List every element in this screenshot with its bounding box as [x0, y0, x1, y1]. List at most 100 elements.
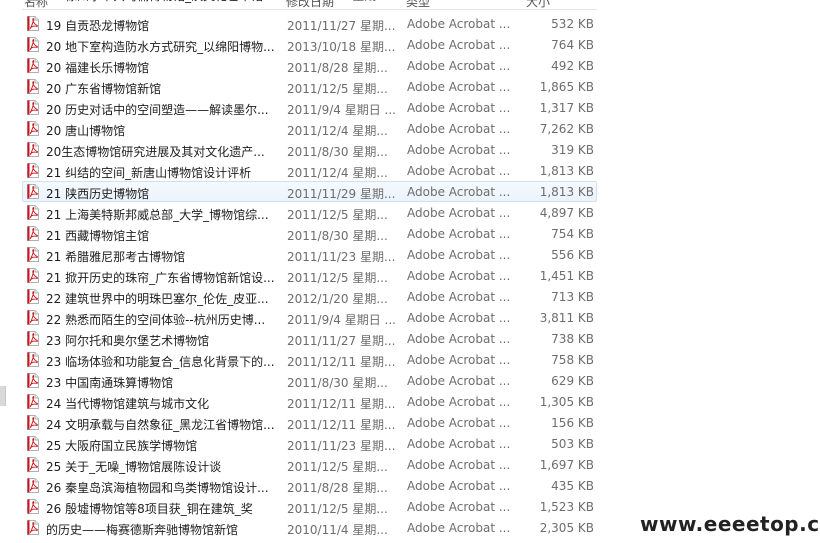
file-row[interactable]: 20 历史对话中的空间塑造——解读墨尔... 2011/9/4 星期日 ... Ad… — [22, 97, 597, 118]
file-size: 1,523 KB — [539, 500, 594, 514]
file-name: 20 唐山博物馆 — [46, 124, 126, 138]
file-row[interactable]: 20生态博物馆研究进展及其对文化遗产... 2011/8/30 星期... Adob… — [22, 139, 597, 160]
file-row[interactable]: 26 殷墟博物馆等8项目获_铜在建筑_奖 2011/12/5 星期... Adobe… — [22, 496, 597, 517]
file-size: 1,865 KB — [539, 80, 594, 94]
file-name: 26 秦皇岛滨海植物园和鸟类博物馆设计... — [46, 481, 269, 495]
pdf-file-icon — [27, 436, 39, 451]
file-modified-date: 2012/1/20 星期... — [287, 292, 388, 306]
file-size: 1,813 KB — [539, 185, 594, 199]
file-row[interactable]: 19 徐州水下兵马俑博物馆_汉文化艺术馆2011/8/29 星期... Adobe… — [22, 0, 597, 4]
file-name: 21 上海美特斯邦威总部_大学_博物馆综... — [46, 208, 269, 222]
file-modified-date: 2011/9/4 星期日 ... — [287, 103, 396, 117]
file-size: 1,317 KB — [539, 101, 594, 115]
file-modified-date: 2011/8/28 星期... — [287, 481, 388, 495]
pdf-file-icon — [27, 37, 39, 52]
pdf-file-icon — [27, 478, 39, 493]
file-type: Adobe Acrobat ... — [407, 227, 511, 241]
file-row[interactable]: 26 秦皇岛滨海植物园和鸟类博物馆设计... 2011/8/28 星期... Ado… — [22, 475, 597, 496]
file-row[interactable]: 21 上海美特斯邦威总部_大学_博物馆综... 2011/12/5 星期... Ad… — [22, 202, 597, 223]
file-name: 19 徐州水下兵马俑博物馆_汉文化艺术馆 — [46, 0, 291, 4]
file-name: 21 陕西历史博物馆 — [46, 187, 150, 201]
file-type: Adobe Acrobat ... — [407, 38, 511, 52]
file-type: Adobe Acrobat ... — [407, 59, 511, 73]
file-row[interactable]: 25 大阪府国立民族学博物馆 2011/11/23 星期... Adobe Acro… — [22, 433, 597, 454]
file-size: 1,813 KB — [539, 164, 594, 178]
pdf-file-icon — [27, 16, 39, 31]
file-modified-date: 2011/12/4 星期... — [287, 124, 388, 138]
pdf-file-icon — [27, 499, 39, 514]
pdf-file-icon — [27, 226, 39, 241]
file-type: Adobe Acrobat ... — [407, 500, 511, 514]
file-modified-date: 2011/8/28 星期... — [287, 61, 388, 75]
file-size: 556 KB — [551, 248, 594, 262]
pdf-file-icon — [27, 310, 39, 325]
file-name: 21 掀开历史的珠帘_广东省博物馆新馆设... — [46, 271, 275, 285]
file-name: 24 当代博物馆建筑与城市文化 — [46, 397, 210, 411]
file-size: 754 KB — [551, 227, 594, 241]
file-name: 21 纠结的空间_新唐山博物馆设计评析 — [46, 166, 252, 180]
file-modified-date: 2011/12/11 星期... — [287, 418, 396, 432]
file-row[interactable]: 21 陕西历史博物馆 2011/11/29 星期... Adobe Acrobat … — [22, 181, 597, 202]
file-type: Adobe Acrobat ... — [407, 290, 511, 304]
file-size: 629 KB — [551, 374, 594, 388]
file-modified-date: 2013/10/18 星期... — [287, 40, 396, 54]
site-watermark: www.eeeetop.com — [640, 512, 820, 536]
file-size: 532 KB — [551, 17, 594, 31]
file-row[interactable]: 20 福建长乐博物馆 2011/8/28 星期... Adobe Acrobat .… — [22, 55, 597, 76]
file-size: 4,897 KB — [539, 206, 594, 220]
file-row[interactable]: 22 建筑世界中的明珠巴塞尔_伦佐_皮亚... 2012/1/20 星期... Ad… — [22, 286, 597, 307]
file-list: 19 徐州水下兵马俑博物馆_汉文化艺术馆2011/8/29 星期... Adobe… — [22, 0, 597, 538]
file-row[interactable]: 的历史——梅赛德斯奔驰博物馆新馆 2010/11/4 星期... Adobe Acr… — [22, 517, 597, 538]
file-type: Adobe Acrobat ... — [407, 143, 511, 157]
file-size: 156 KB — [551, 416, 594, 430]
file-row[interactable]: 21 掀开历史的珠帘_广东省博物馆新馆设... 2011/12/5 星期... Ad… — [22, 265, 597, 286]
file-type: Adobe Acrobat ... — [407, 269, 511, 283]
file-size: 1,305 KB — [539, 395, 594, 409]
file-row[interactable]: 23 中国南通珠算博物馆 2011/8/30 星期... Adobe Acrobat… — [22, 370, 597, 391]
file-name: 26 殷墟博物馆等8项目获_铜在建筑_奖 — [46, 502, 253, 516]
navigation-pane-edge — [0, 0, 22, 543]
file-modified-date: 2010/11/4 星期... — [287, 523, 388, 537]
file-row[interactable]: 22 熟悉而陌生的空间体验--杭州历史博... 2011/9/4 星期日 ... A… — [22, 307, 597, 328]
pdf-file-icon — [27, 415, 39, 430]
file-modified-date: 2011/9/4 星期日 ... — [287, 313, 396, 327]
file-row[interactable]: 21 西藏博物馆主馆 2011/8/30 星期... Adobe Acrobat .… — [22, 223, 597, 244]
file-row[interactable]: 20 地下室构造防水方式研究_以绵阳博物... 2013/10/18 星期... A… — [22, 34, 597, 55]
file-type: Adobe Acrobat ... — [407, 0, 517, 1]
file-type: Adobe Acrobat ... — [407, 374, 511, 388]
file-size: 3,811 KB — [539, 311, 594, 325]
file-row[interactable]: 20 广东省博物馆新馆 2011/12/5 星期... Adobe Acrobat … — [22, 76, 597, 97]
file-row[interactable]: 23 阿尔托和奥尔堡艺术博物馆 2011/11/27 星期... Adobe Acr… — [22, 328, 597, 349]
file-row[interactable]: 20 唐山博物馆 2011/12/4 星期... Adobe Acrobat ...… — [22, 118, 597, 139]
pdf-file-icon — [27, 205, 39, 220]
file-row[interactable]: 23 临场体验和功能复合_信息化背景下的... 2011/12/11 星期... A… — [22, 349, 597, 370]
file-name: 25 大阪府国立民族学博物馆 — [46, 439, 198, 453]
file-row[interactable]: 19 自贡恐龙博物馆 2011/11/27 星期... Adobe Acrobat … — [22, 13, 597, 34]
file-row[interactable]: 21 希腊雅尼那考古博物馆 2011/11/23 星期... Adobe Acrob… — [22, 244, 597, 265]
file-modified-date: 2011/12/11 星期... — [287, 355, 396, 369]
file-type: Adobe Acrobat ... — [407, 206, 511, 220]
file-name: 21 西藏博物馆主馆 — [46, 229, 150, 243]
file-type: Adobe Acrobat ... — [407, 521, 511, 535]
file-modified-date: 2011/12/11 星期... — [287, 397, 396, 411]
file-modified-date: 2011/11/27 星期... — [287, 19, 396, 33]
file-row[interactable]: 25 关于_无噪_博物馆展陈设计谈 2011/12/5 星期... Adobe Ac… — [22, 454, 597, 475]
pdf-file-icon — [27, 58, 39, 73]
file-type: Adobe Acrobat ... — [407, 353, 511, 367]
pdf-file-icon — [27, 394, 39, 409]
file-size: 738 KB — [551, 332, 594, 346]
file-modified-date: 2011/11/23 星期... — [287, 250, 396, 264]
file-row[interactable]: 24 当代博物馆建筑与城市文化 2011/12/11 星期... Adobe Acr… — [22, 391, 597, 412]
file-row[interactable]: 21 纠结的空间_新唐山博物馆设计评析 2011/12/4 星期... Adobe … — [22, 160, 597, 181]
pdf-file-icon — [27, 163, 39, 178]
file-size: 435 KB — [551, 479, 594, 493]
pane-splitter-handle[interactable] — [0, 386, 6, 406]
file-size: 713 KB — [551, 290, 594, 304]
file-type: Adobe Acrobat ... — [407, 185, 511, 199]
file-name: 20生态博物馆研究进展及其对文化遗产... — [46, 145, 265, 159]
file-type: Adobe Acrobat ... — [407, 437, 511, 451]
file-type: Adobe Acrobat ... — [407, 17, 511, 31]
file-name: 的历史——梅赛德斯奔驰博物馆新馆 — [46, 523, 239, 537]
file-row[interactable]: 24 文明承载与自然象征_黑龙江省博物馆... 2011/12/11 星期... A… — [22, 412, 597, 433]
file-type: Adobe Acrobat ... — [407, 80, 511, 94]
